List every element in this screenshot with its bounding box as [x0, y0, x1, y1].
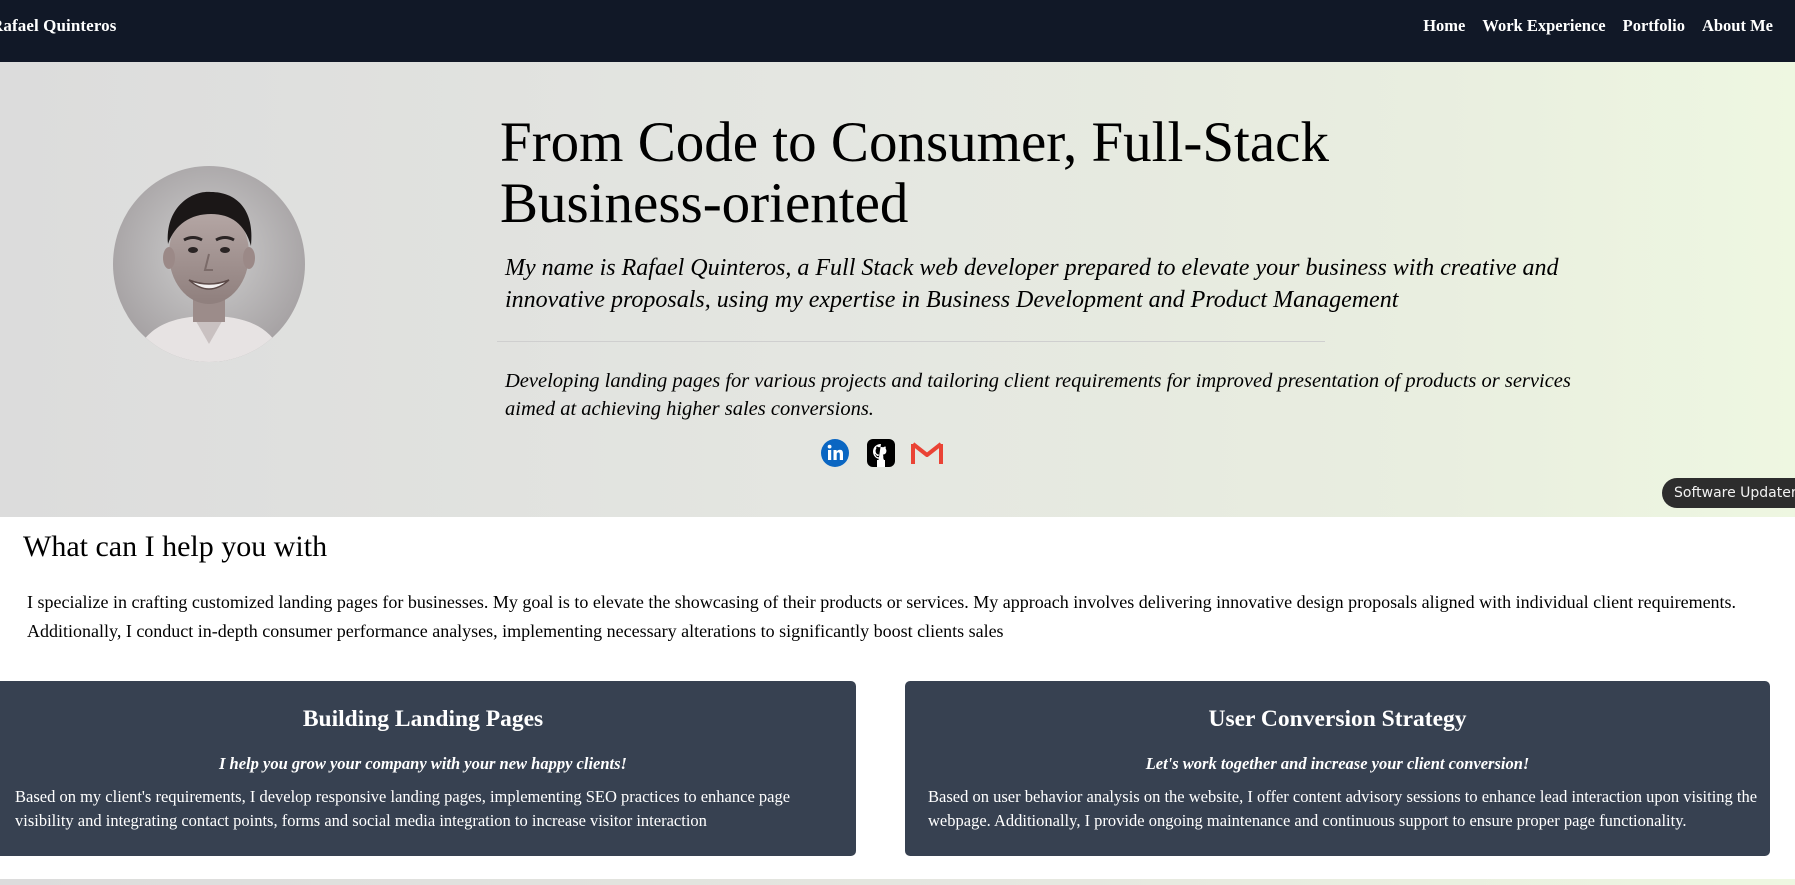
card-title: Building Landing Pages [302, 706, 544, 732]
nav-link-home[interactable]: Home [1423, 16, 1465, 36]
hero-description: Developing landing pages for various pro… [505, 370, 1571, 420]
nav-links: Home Work Experience Portfolio About Me [1423, 16, 1773, 36]
card-subtitle: Let's work together and increase your cl… [1145, 754, 1530, 773]
gmail-icon[interactable] [911, 437, 943, 469]
card-body: Based on user behavior analysis on the w… [928, 787, 1758, 830]
service-card-conversion-strategy: User Conversion Strategy Let's work toge… [905, 681, 1770, 856]
card-title: User Conversion Strategy [1208, 706, 1467, 732]
profile-photo [113, 166, 305, 362]
nav-link-about-me[interactable]: About Me [1702, 16, 1773, 36]
software-updater-notification[interactable]: Software Updater [1662, 478, 1795, 508]
nav-link-work-experience[interactable]: Work Experience [1482, 16, 1605, 36]
help-section-text: I specialize in crafting customized land… [27, 592, 1737, 641]
hero-title: From Code to Consumer, Full-Stack Busine… [500, 111, 1329, 235]
hero-divider [497, 341, 1325, 342]
social-links [819, 437, 943, 469]
help-section-title: What can I help you with [23, 530, 328, 563]
service-card-landing-pages: Building Landing Pages I help you grow y… [0, 681, 856, 856]
github-icon[interactable] [865, 437, 897, 469]
hero-section: From Code to Consumer, Full-Stack Busine… [0, 62, 1795, 517]
card-body: Based on my client's requirements, I dev… [15, 787, 791, 830]
top-navbar: Rafael Quinteros Home Work Experience Po… [0, 0, 1795, 62]
next-section-edge [0, 879, 1795, 885]
card-subtitle: I help you grow your company with your n… [219, 754, 627, 773]
hero-intro-text: My name is Rafael Quinteros, a Full Stac… [505, 255, 1559, 313]
linkedin-icon[interactable] [819, 437, 851, 469]
brand-name[interactable]: Rafael Quinteros [0, 16, 116, 36]
nav-link-portfolio[interactable]: Portfolio [1623, 16, 1685, 36]
